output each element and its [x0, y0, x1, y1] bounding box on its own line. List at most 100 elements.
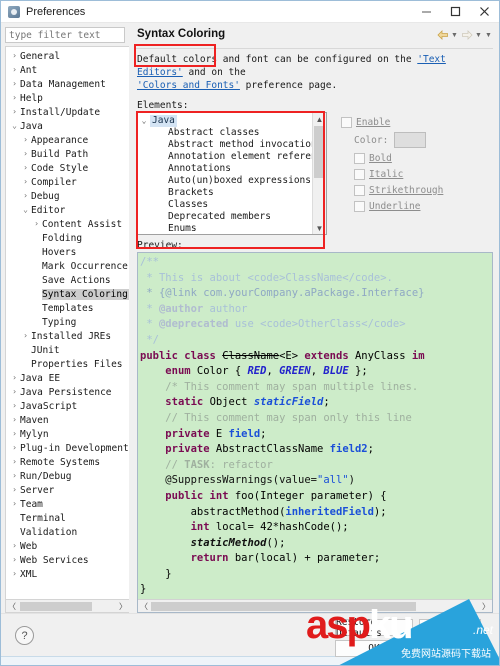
- sidebar-item-maven[interactable]: › Maven: [6, 413, 129, 427]
- chevron-right-icon[interactable]: ›: [9, 441, 20, 455]
- chevron-right-icon[interactable]: ›: [9, 483, 20, 497]
- chevron-down-icon[interactable]: ⌄: [20, 203, 31, 217]
- preview-scroll-track[interactable]: [150, 600, 480, 612]
- sidebar-item-templates[interactable]: Templates: [6, 301, 129, 315]
- sidebar-item-java-ee[interactable]: › Java EE: [6, 371, 129, 385]
- color-row[interactable]: Color:: [341, 130, 493, 150]
- chevron-right-icon[interactable]: ›: [9, 91, 20, 105]
- filter-input[interactable]: [5, 27, 125, 43]
- elements-list-item[interactable]: Abstract classes: [138, 127, 312, 139]
- minimize-button[interactable]: [412, 1, 441, 22]
- elements-list-item[interactable]: Annotation element references: [138, 151, 312, 163]
- sidebar-item-java-persistence[interactable]: › Java Persistence: [6, 385, 129, 399]
- chevron-right-icon[interactable]: ›: [20, 329, 31, 343]
- preview-horizontal-scrollbar[interactable]: 〈 〉: [138, 599, 492, 612]
- chevron-right-icon[interactable]: ›: [9, 63, 20, 77]
- chevron-right-icon[interactable]: ›: [31, 217, 42, 231]
- sidebar-item-run-debug[interactable]: › Run/Debug: [6, 469, 129, 483]
- chevron-right-icon[interactable]: ›: [9, 413, 20, 427]
- sidebar-item-mylyn[interactable]: › Mylyn: [6, 427, 129, 441]
- preview-scroll-right-icon[interactable]: 〉: [480, 601, 492, 612]
- enable-checkbox[interactable]: [341, 116, 352, 128]
- chevron-right-icon[interactable]: ›: [9, 399, 20, 413]
- ok-button[interactable]: OK: [335, 640, 413, 657]
- back-arrow-icon[interactable]: [436, 29, 449, 41]
- preference-tree[interactable]: › General › Ant › Data Management › Help › Instal…: [5, 46, 129, 600]
- chevron-right-icon[interactable]: ›: [9, 371, 20, 385]
- sidebar-item-team[interactable]: › Team: [6, 497, 129, 511]
- back-dropdown-icon[interactable]: ▼: [450, 29, 459, 41]
- chevron-down-icon[interactable]: ⌄: [138, 115, 150, 127]
- chevron-down-icon[interactable]: ⌄: [9, 119, 20, 133]
- sidebar-item-ant[interactable]: › Ant: [6, 63, 129, 77]
- underline-row[interactable]: Underline: [341, 198, 493, 214]
- scroll-track[interactable]: [18, 600, 117, 612]
- scroll-right-icon[interactable]: 〉: [117, 601, 129, 612]
- sidebar-item-web[interactable]: › Web: [6, 539, 129, 553]
- sidebar-item-hovers[interactable]: Hovers: [6, 245, 129, 259]
- scroll-down-icon[interactable]: ▼: [313, 222, 326, 234]
- sidebar-item-build-path[interactable]: › Build Path: [6, 147, 129, 161]
- preview-scroll-thumb[interactable]: [151, 601, 416, 611]
- enable-row[interactable]: Enable: [341, 114, 493, 130]
- elements-list-item[interactable]: Enums: [138, 223, 312, 234]
- sidebar-item-data-management[interactable]: › Data Management: [6, 77, 129, 91]
- sidebar-item-typing[interactable]: Typing: [6, 315, 129, 329]
- chevron-right-icon[interactable]: ›: [9, 469, 20, 483]
- sidebar-item-appearance[interactable]: › Appearance: [6, 133, 129, 147]
- sidebar-item-junit[interactable]: JUnit: [6, 343, 129, 357]
- sidebar-item-properties-files-e[interactable]: Properties Files E: [6, 357, 129, 371]
- italic-row[interactable]: Italic: [341, 166, 493, 182]
- maximize-button[interactable]: [441, 1, 470, 22]
- apply-button[interactable]: Apply: [419, 619, 481, 636]
- elements-list-item[interactable]: Auto(un)boxed expressions: [138, 175, 312, 187]
- chevron-right-icon[interactable]: ›: [9, 553, 20, 567]
- sidebar-item-validation[interactable]: Validation: [6, 525, 129, 539]
- sidebar-item-remote-systems[interactable]: › Remote Systems: [6, 455, 129, 469]
- elements-list-item[interactable]: Brackets: [138, 187, 312, 199]
- italic-checkbox[interactable]: [354, 168, 365, 180]
- elements-list-item[interactable]: Annotations: [138, 163, 312, 175]
- elements-scroll-thumb[interactable]: [314, 126, 324, 178]
- chevron-right-icon[interactable]: ›: [9, 105, 20, 119]
- preview-scroll-left-icon[interactable]: 〈: [138, 601, 150, 612]
- scroll-thumb[interactable]: [20, 601, 92, 611]
- sidebar-item-save-actions[interactable]: Save Actions: [6, 273, 129, 287]
- sidebar-item-general[interactable]: › General: [6, 49, 129, 63]
- chevron-right-icon[interactable]: ›: [9, 567, 20, 581]
- sidebar-item-content-assist[interactable]: › Content Assist: [6, 217, 129, 231]
- bold-row[interactable]: Bold: [341, 150, 493, 166]
- sidebar-item-folding[interactable]: Folding: [6, 231, 129, 245]
- chevron-right-icon[interactable]: ›: [9, 49, 20, 63]
- sidebar-horizontal-scrollbar[interactable]: 〈 〉: [5, 600, 129, 613]
- chevron-right-icon[interactable]: ›: [20, 161, 31, 175]
- forward-dropdown-icon[interactable]: ▼: [474, 29, 483, 41]
- sidebar-item-syntax-coloring[interactable]: Syntax Coloring: [6, 287, 129, 301]
- chevron-right-icon[interactable]: ›: [20, 175, 31, 189]
- sidebar-item-web-services[interactable]: › Web Services: [6, 553, 129, 567]
- elements-list-item[interactable]: Abstract method invocations: [138, 139, 312, 151]
- sidebar-item-code-style[interactable]: › Code Style: [6, 161, 129, 175]
- strikethrough-row[interactable]: Strikethrough: [341, 182, 493, 198]
- sidebar-item-javascript[interactable]: › JavaScript: [6, 399, 129, 413]
- chevron-right-icon[interactable]: ›: [9, 77, 20, 91]
- close-button[interactable]: [470, 1, 499, 22]
- elements-root-java[interactable]: ⌄ Java: [138, 115, 312, 127]
- elements-scroll-track[interactable]: [313, 125, 326, 222]
- chevron-right-icon[interactable]: ›: [9, 539, 20, 553]
- cancel-button[interactable]: Cancel: [419, 640, 481, 657]
- sidebar-item-terminal[interactable]: Terminal: [6, 511, 129, 525]
- underline-checkbox[interactable]: [354, 200, 365, 212]
- sidebar-item-mark-occurrence[interactable]: Mark Occurrence: [6, 259, 129, 273]
- sidebar-item-debug[interactable]: › Debug: [6, 189, 129, 203]
- elements-list-item[interactable]: Classes: [138, 199, 312, 211]
- code-preview[interactable]: /** * This is about <code>ClassName</cod…: [137, 252, 493, 613]
- forward-arrow-icon[interactable]: [460, 29, 473, 41]
- bold-checkbox[interactable]: [354, 152, 365, 164]
- chevron-right-icon[interactable]: ›: [20, 189, 31, 203]
- sidebar-item-server[interactable]: › Server: [6, 483, 129, 497]
- chevron-right-icon[interactable]: ›: [9, 455, 20, 469]
- elements-vertical-scrollbar[interactable]: ▲ ▼: [312, 113, 326, 234]
- page-menu-icon[interactable]: ▼: [484, 29, 493, 41]
- sidebar-item-editor[interactable]: ⌄ Editor: [6, 203, 129, 217]
